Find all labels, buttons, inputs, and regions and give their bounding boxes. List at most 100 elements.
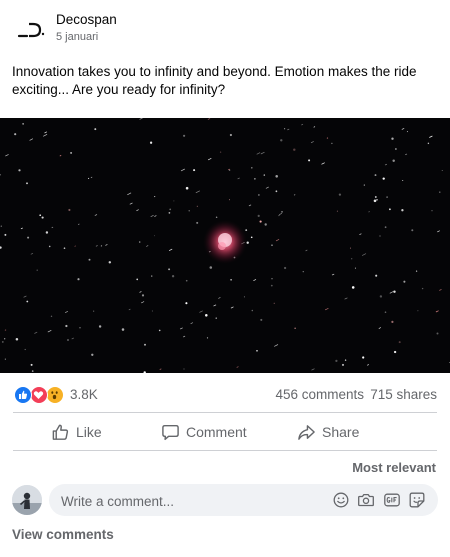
star [36, 269, 38, 271]
user-avatar[interactable] [12, 485, 42, 515]
star [0, 225, 2, 227]
speech-bubble-icon [161, 423, 180, 442]
star [183, 134, 186, 137]
star [335, 359, 338, 363]
star [431, 210, 433, 212]
shares-count[interactable]: 715 shares [370, 387, 437, 402]
gif-icon[interactable] [383, 491, 401, 509]
comment-button-label: Comment [186, 424, 247, 440]
star [260, 318, 263, 321]
star [151, 310, 153, 312]
star [374, 196, 377, 198]
emoji-icon[interactable] [332, 491, 350, 509]
star [275, 190, 278, 193]
sticker-icon[interactable] [408, 491, 426, 509]
star [376, 198, 378, 201]
star [154, 235, 155, 237]
star [386, 196, 388, 198]
star [93, 310, 95, 312]
comment-composer [49, 484, 438, 518]
share-button-label: Share [322, 424, 360, 440]
star [185, 186, 189, 190]
star [215, 317, 217, 319]
star [230, 278, 232, 281]
star [158, 329, 161, 332]
camera-icon[interactable] [357, 491, 375, 509]
star [100, 245, 103, 247]
star [173, 200, 175, 202]
star [149, 141, 153, 144]
star [4, 358, 6, 360]
star [275, 175, 278, 178]
star [171, 275, 175, 278]
star [415, 270, 418, 272]
starfield-image [0, 118, 450, 373]
star [421, 287, 424, 290]
star [382, 177, 385, 180]
post-timestamp[interactable]: 5 januari [56, 31, 98, 43]
star [250, 236, 253, 239]
divider [13, 450, 437, 451]
star [283, 266, 287, 270]
star [411, 229, 414, 232]
page-name[interactable]: Decospan [56, 12, 117, 27]
star [88, 258, 91, 261]
star [68, 208, 71, 212]
star [251, 167, 253, 169]
star [368, 211, 370, 213]
star [151, 275, 153, 277]
share-button[interactable]: Share [297, 420, 359, 444]
star [229, 169, 231, 171]
star [41, 216, 44, 219]
star [209, 266, 213, 269]
star [284, 128, 286, 130]
star [384, 311, 387, 313]
star [27, 236, 30, 239]
star [384, 226, 387, 229]
decospan-logo[interactable] [14, 12, 48, 46]
star [188, 210, 190, 212]
star [392, 159, 395, 162]
star [263, 174, 266, 176]
star [427, 142, 430, 145]
star [79, 327, 81, 329]
like-reaction-icon [14, 386, 32, 404]
view-comments-link[interactable]: View comments [12, 527, 114, 542]
like-button[interactable]: Like [51, 420, 102, 444]
star [375, 274, 378, 277]
comment-input[interactable] [59, 484, 323, 518]
reaction-icons[interactable] [14, 386, 66, 404]
comments-count[interactable]: 456 comments [275, 387, 364, 402]
comment-button[interactable]: Comment [161, 420, 247, 444]
star [258, 194, 260, 196]
star [391, 320, 394, 324]
star [185, 279, 188, 282]
wow-reaction-icon [46, 386, 64, 404]
star [393, 350, 397, 354]
star [88, 177, 90, 179]
star [402, 179, 404, 182]
star [65, 324, 68, 328]
divider [13, 412, 437, 413]
star [349, 247, 351, 249]
comment-sort-dropdown[interactable]: Most relevant [352, 460, 436, 475]
star [336, 210, 338, 212]
star [393, 290, 396, 293]
star [39, 214, 42, 217]
star [168, 212, 171, 214]
star [45, 231, 49, 234]
star [344, 359, 347, 361]
star [264, 223, 267, 226]
star [14, 133, 17, 136]
star [205, 314, 208, 317]
star [215, 216, 218, 219]
star [281, 211, 283, 213]
post-video[interactable] [0, 118, 450, 373]
star [193, 169, 196, 172]
star [401, 209, 404, 212]
star [417, 310, 419, 312]
reaction-count[interactable]: 3.8K [70, 387, 98, 402]
star [63, 247, 66, 250]
star [22, 123, 24, 125]
star [67, 339, 69, 341]
